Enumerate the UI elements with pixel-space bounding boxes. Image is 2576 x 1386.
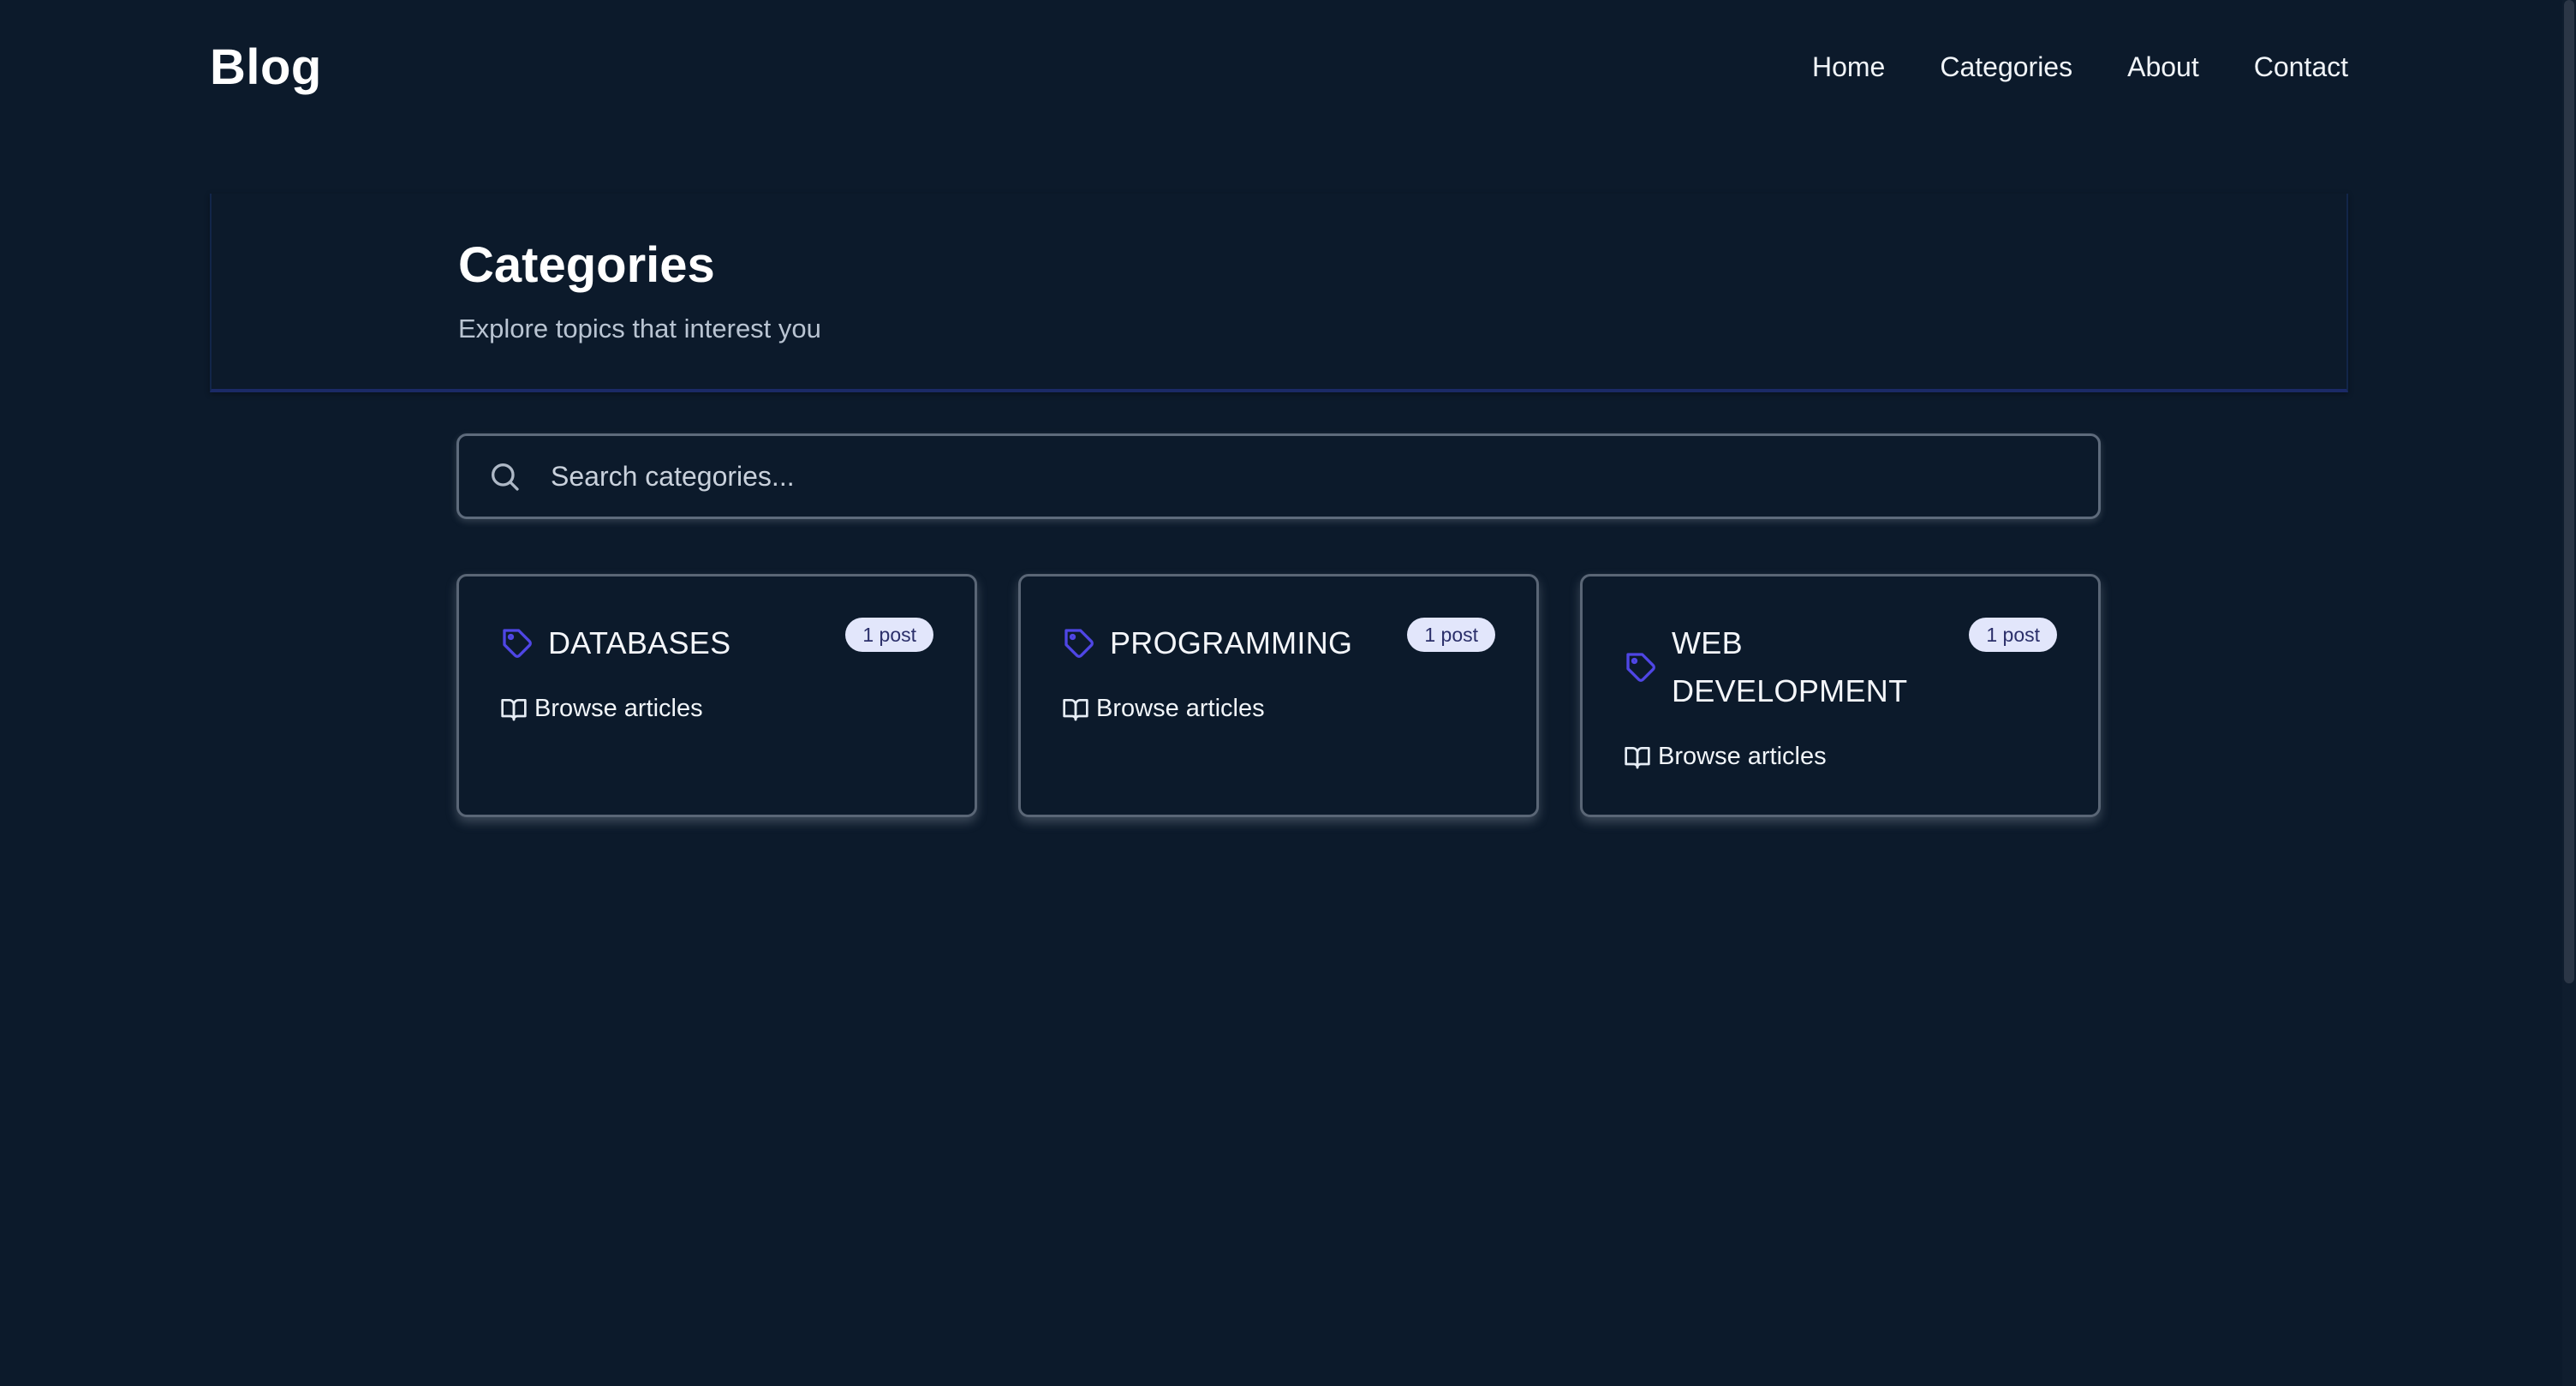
page: Blog Home Categories About Contact Categ…	[0, 0, 2576, 1386]
card-header: WEB DEVELOPMENT	[1624, 619, 1908, 715]
browse-articles-label: Browse articles	[1658, 743, 1827, 770]
book-open-icon	[1062, 696, 1089, 723]
category-grid: DATABASES 1 post Browse articles PROGRAM…	[456, 574, 2101, 817]
book-open-icon	[1624, 744, 1651, 771]
book-open-icon	[500, 696, 528, 723]
search-input[interactable]	[549, 450, 2098, 503]
page-title: Categories	[458, 237, 715, 293]
post-count-badge: 1 post	[1969, 618, 2057, 652]
page-hero: Categories Explore topics that interest …	[210, 194, 2348, 392]
nav-categories-link[interactable]: Categories	[1940, 51, 2072, 83]
browse-articles-label: Browse articles	[1096, 695, 1265, 722]
page-subtitle: Explore topics that interest you	[458, 314, 821, 344]
category-name: DATABASES	[548, 625, 731, 660]
post-count-badge: 1 post	[1407, 618, 1495, 652]
tag-icon	[500, 625, 536, 661]
search-icon	[487, 459, 522, 493]
post-count-badge: 1 post	[845, 618, 933, 652]
card-header: PROGRAMMING	[1062, 619, 1404, 667]
browse-articles-link[interactable]: Browse articles	[1062, 695, 1265, 723]
category-card-databases[interactable]: DATABASES 1 post Browse articles	[456, 574, 977, 817]
nav-about-link[interactable]: About	[2127, 51, 2199, 83]
nav-contact-link[interactable]: Contact	[2254, 51, 2348, 83]
site-header: Blog Home Categories About Contact	[210, 31, 2348, 103]
main-nav: Home Categories About Contact	[1812, 51, 2348, 83]
browse-articles-label: Browse articles	[534, 695, 703, 722]
nav-home-link[interactable]: Home	[1812, 51, 1885, 83]
tag-icon	[1624, 649, 1660, 685]
scrollbar-track[interactable]	[2562, 0, 2576, 1386]
category-card-programming[interactable]: PROGRAMMING 1 post Browse articles	[1018, 574, 1539, 817]
category-name: WEB DEVELOPMENT	[1672, 625, 1908, 708]
browse-articles-link[interactable]: Browse articles	[1624, 743, 1827, 771]
category-card-web-development[interactable]: WEB DEVELOPMENT 1 post Browse articles	[1580, 574, 2101, 817]
scrollbar-thumb[interactable]	[2564, 0, 2574, 983]
browse-articles-link[interactable]: Browse articles	[500, 695, 703, 723]
category-name: PROGRAMMING	[1110, 625, 1353, 660]
search-box	[456, 433, 2101, 519]
brand-logo[interactable]: Blog	[210, 39, 322, 96]
card-header: DATABASES	[500, 619, 843, 667]
tag-icon	[1062, 625, 1098, 661]
